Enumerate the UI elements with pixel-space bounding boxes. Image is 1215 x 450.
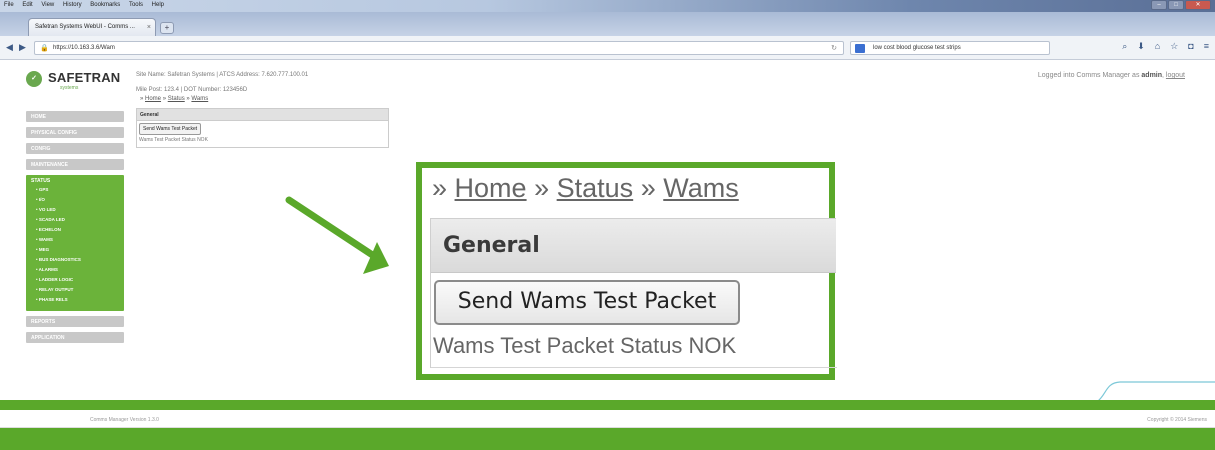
zoom-breadcrumb-sep: » <box>640 173 656 203</box>
send-wams-test-packet-button[interactable]: Send Wams Test Packet <box>139 123 202 135</box>
breadcrumb-sep: » <box>140 96 144 102</box>
sidebar-subitem[interactable]: • WAMS <box>31 237 119 247</box>
sidebar-subitem[interactable]: • RELAY OUTPUT <box>31 287 119 297</box>
browser-tabbar: Safetran Systems WebUI - Comms ... × + <box>0 12 1215 36</box>
menu-history[interactable]: History <box>59 0 85 8</box>
sidebar-subitem[interactable]: • LADDER LOGIC <box>31 277 119 287</box>
browser-navbar: ◀ ▶ 🔒 https://10.163.3.6/Wam ↻ low cost … <box>0 36 1215 60</box>
footer: Comms Manager Version 1.3.0 Copyright © … <box>0 410 1215 428</box>
web-page: ✓ SAFETRAN systems Site Name: Safetran S… <box>0 61 1215 450</box>
site-name-line: Site Name: Safetran Systems | ATCS Addre… <box>136 72 309 78</box>
sidebar-item-application[interactable]: APPLICATION <box>26 332 124 343</box>
breadcrumb: » Home » Status » Wams <box>140 96 208 102</box>
sidebar-subitem[interactable]: • ALARMS <box>31 267 119 277</box>
divider <box>431 367 837 368</box>
copyright-text: Copyright © 2014 Siemens <box>1147 417 1207 423</box>
browser-menubar: File Edit View History Bookmarks Tools H… <box>0 0 1215 12</box>
logo-text: SAFETRAN <box>48 70 121 85</box>
menu-file[interactable]: File <box>0 0 17 8</box>
sidebar-item-home[interactable]: HOME <box>26 111 124 122</box>
search-icon[interactable]: ⌕ <box>1122 41 1127 52</box>
general-panel: General Send Wams Test Packet Wams Test … <box>136 108 389 148</box>
pocket-icon[interactable]: ◘ <box>1188 41 1193 52</box>
version-text: Comms Manager Version 1.3.0 <box>90 417 159 423</box>
address-bar[interactable]: 🔒 https://10.163.3.6/Wam ↻ <box>34 41 844 55</box>
maximize-button[interactable]: □ <box>1168 0 1184 10</box>
sidebar-subitem[interactable]: • VO LED <box>31 207 119 217</box>
menu-bookmarks[interactable]: Bookmarks <box>86 0 123 8</box>
new-tab-button[interactable]: + <box>160 22 174 34</box>
footer-green-band <box>0 400 1215 410</box>
zoom-breadcrumb-wams[interactable]: Wams <box>663 173 739 203</box>
close-window-button[interactable]: ✕ <box>1185 0 1211 10</box>
menu-view[interactable]: View <box>37 0 57 8</box>
search-engine-icon[interactable] <box>855 44 865 53</box>
bookmark-star-icon[interactable]: ☆ <box>1170 41 1178 52</box>
minimize-button[interactable]: – <box>1151 0 1167 10</box>
zoom-breadcrumb-sep: » <box>534 173 550 203</box>
zoom-wams-status-text: Wams Test Packet Status NOK <box>433 333 737 358</box>
zoom-breadcrumb: » Home » Status » Wams <box>432 173 739 204</box>
browser-tab-active[interactable]: Safetran Systems WebUI - Comms ... × <box>28 18 156 36</box>
breadcrumb-status[interactable]: Status <box>168 96 185 102</box>
download-icon[interactable]: ⬇ <box>1137 41 1145 52</box>
sidebar-subitem[interactable]: • GPS <box>31 187 119 197</box>
search-text: low cost blood glucose test strips <box>873 45 961 51</box>
menu-tools[interactable]: Tools <box>125 0 146 8</box>
url-text: https://10.163.3.6/Wam <box>53 45 115 51</box>
site-info: Site Name: Safetran Systems | ATCS Addre… <box>136 71 308 94</box>
breadcrumb-sep: » <box>162 96 167 102</box>
wams-status-text: Wams Test Packet Status NOK <box>139 137 208 143</box>
login-info: Logged into Comms Manager as admin, logo… <box>1037 72 1185 79</box>
breadcrumb-home[interactable]: Home <box>145 96 161 102</box>
sidebar-item-physical-config[interactable]: PHYSICAL CONFIG <box>26 127 124 138</box>
zoom-general-panel: General Send Wams Test Packet Wams Test … <box>430 218 837 368</box>
breadcrumb-wams[interactable]: Wams <box>191 96 208 102</box>
home-icon[interactable]: ⌂ <box>1155 41 1160 52</box>
sidebar-subitem[interactable]: • BUS DIAGNOSTICS <box>31 257 119 267</box>
window-controls: – □ ✕ <box>1150 0 1211 11</box>
browser-toolbar-icons: ⌕ ⬇ ⌂ ☆ ◘ ≡ <box>1122 41 1209 52</box>
sidebar-item-maintenance[interactable]: MAINTENANCE <box>26 159 124 170</box>
sidebar-item-reports[interactable]: REPORTS <box>26 316 124 327</box>
menu-icon[interactable]: ≡ <box>1204 41 1209 52</box>
zoom-breadcrumb-status[interactable]: Status <box>557 173 634 203</box>
sidebar: HOME PHYSICAL CONFIG CONFIG MAINTENANCE … <box>26 111 124 348</box>
logout-link[interactable]: logout <box>1166 72 1185 79</box>
tab-title: Safetran Systems WebUI - Comms ... <box>35 24 135 30</box>
menu-help[interactable]: Help <box>148 0 167 8</box>
login-user: admin <box>1141 72 1163 79</box>
login-prefix: Logged into Comms Manager as <box>1037 72 1140 79</box>
breadcrumb-sep: » <box>186 96 190 102</box>
sidebar-item-status[interactable]: STATUS <box>31 177 119 187</box>
sidebar-subitem[interactable]: • SCADA LED <box>31 217 119 227</box>
zoom-breadcrumb-sep: » <box>432 173 448 203</box>
safetran-logo-icon: ✓ <box>26 71 42 87</box>
milepost-line: Mile Post: 123.4 | DOT Number: 123456D <box>136 87 248 93</box>
reload-icon[interactable]: ↻ <box>831 44 837 52</box>
zoom-send-wams-test-packet-button[interactable]: Send Wams Test Packet <box>434 280 740 325</box>
forward-arrow-icon[interactable]: ▶ <box>19 42 26 53</box>
zoom-breadcrumb-home[interactable]: Home <box>455 173 527 203</box>
lock-icon: 🔒 <box>40 45 49 52</box>
sidebar-subitem[interactable]: • MEG <box>31 247 119 257</box>
sidebar-item-config[interactable]: CONFIG <box>26 143 124 154</box>
search-bar[interactable]: low cost blood glucose test strips <box>850 41 1050 55</box>
callout-arrow <box>285 196 389 274</box>
zoom-general-header: General <box>431 219 836 273</box>
footer-green-bottom <box>0 428 1215 450</box>
menu-edit[interactable]: Edit <box>18 0 35 8</box>
sidebar-subitem[interactable]: • PHASE RELS <box>31 297 119 307</box>
sidebar-subitem[interactable]: • I/O <box>31 197 119 207</box>
sidebar-subitem[interactable]: • ECHELON <box>31 227 119 237</box>
sidebar-group-status: STATUS • GPS • I/O • VO LED • SCADA LED … <box>26 175 124 311</box>
back-arrow-icon[interactable]: ◀ <box>6 42 13 53</box>
logo-subtext: systems <box>60 85 79 91</box>
zoom-callout: » Home » Status » Wams General Send Wams… <box>416 162 837 380</box>
general-panel-header: General <box>137 109 388 121</box>
tab-close-icon[interactable]: × <box>147 24 151 31</box>
